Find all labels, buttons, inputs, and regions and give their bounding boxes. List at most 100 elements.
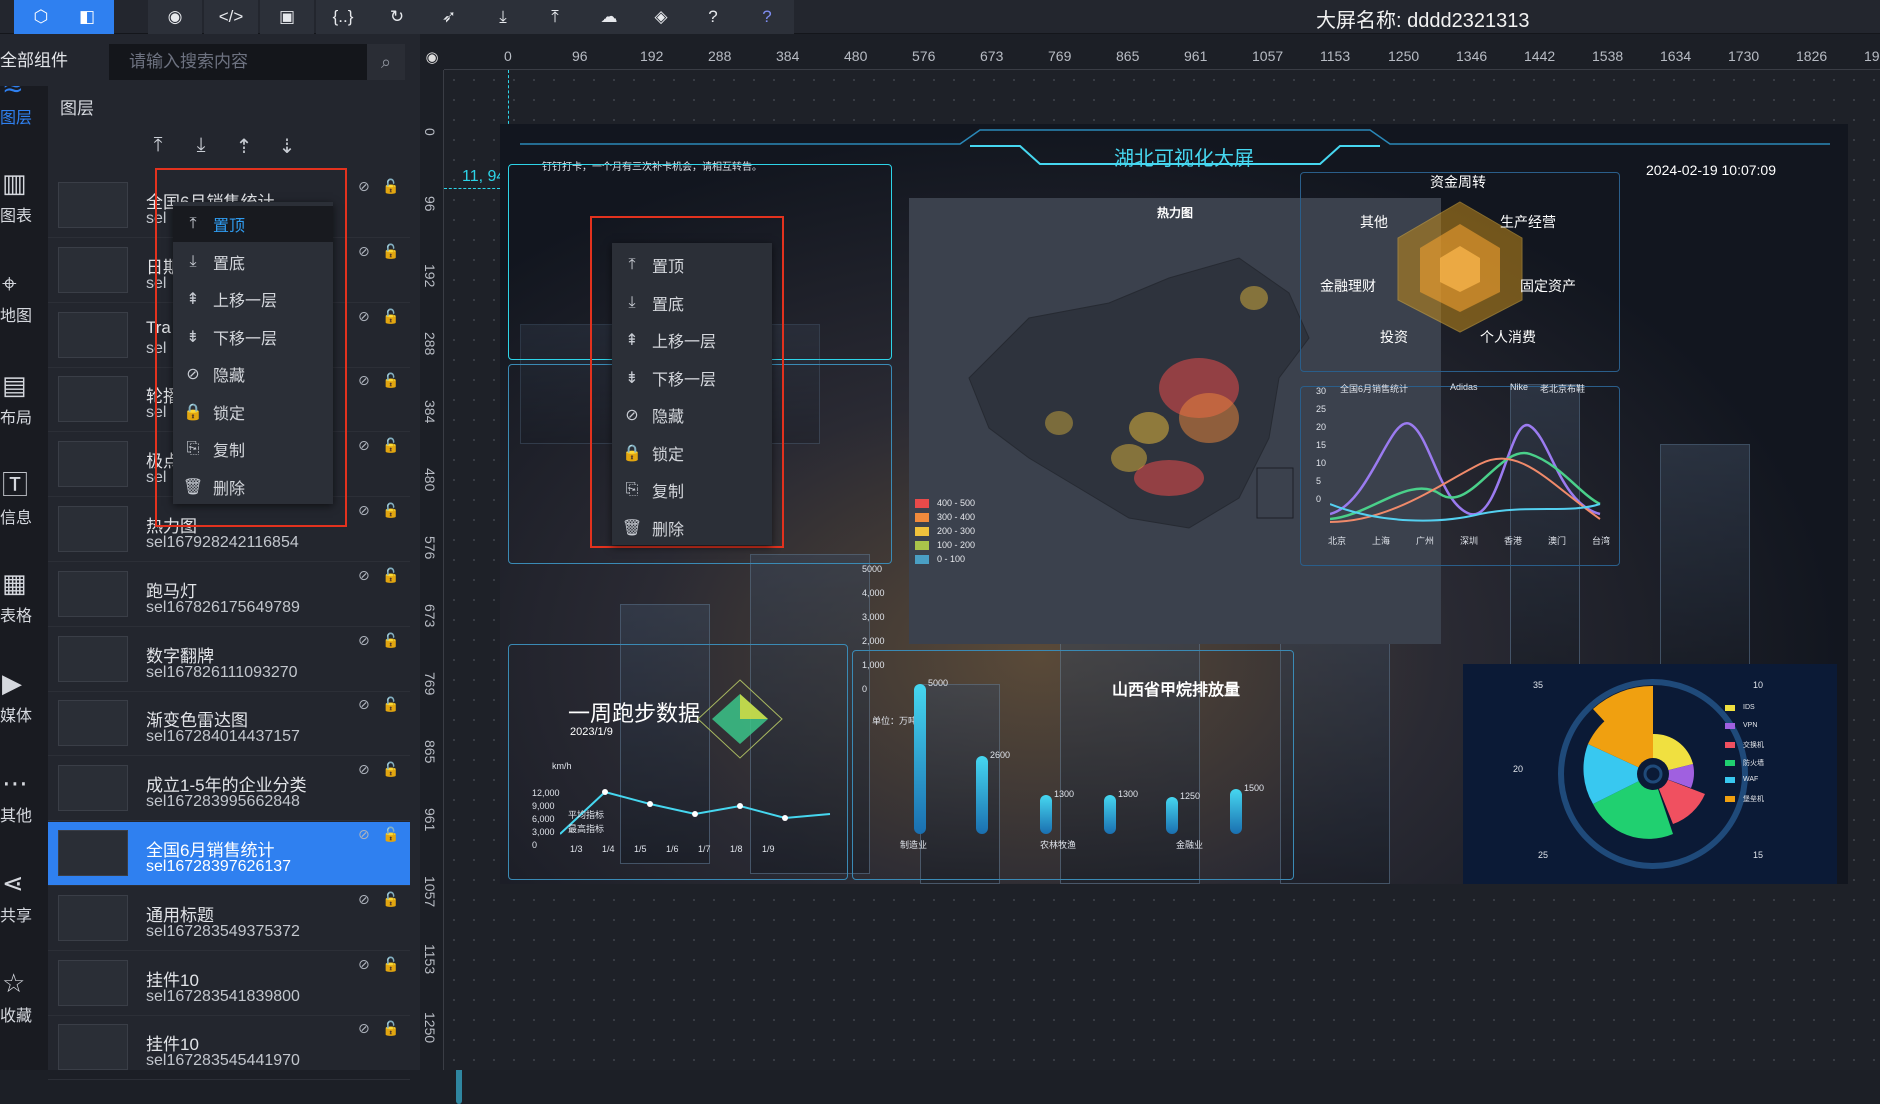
unlock-icon[interactable]: 🔓: [382, 308, 399, 325]
layout-panel-icon[interactable]: ◧: [60, 0, 114, 34]
pie-legend-item[interactable]: IDS: [1725, 704, 1755, 711]
menu-item-move-down[interactable]: ⇟ 下移一层: [612, 360, 772, 396]
hide-icon[interactable]: ⊘: [358, 308, 370, 325]
pie-legend-item[interactable]: WAF: [1725, 776, 1758, 783]
hide-icon[interactable]: ⊘: [358, 502, 370, 519]
bar[interactable]: [1166, 796, 1178, 834]
menu-item-copy[interactable]: ⎘ 复制: [173, 431, 333, 467]
hide-icon[interactable]: ⊘: [358, 826, 370, 843]
hide-icon[interactable]: ⊘: [358, 956, 370, 973]
help-circle-icon[interactable]: ?: [740, 0, 794, 34]
rail-item-video[interactable]: ▶ 媒体: [0, 668, 48, 726]
rose-pie-widget[interactable]: IDS VPN 交换机 防火墙 WAF 堡垒机 35 10 20 25 15: [1463, 664, 1837, 884]
hide-icon[interactable]: ⊘: [358, 891, 370, 908]
hide-icon[interactable]: ⊘: [358, 372, 370, 389]
menu-item-lock[interactable]: 🔒 锁定: [173, 394, 333, 430]
menu-item-pin-bottom[interactable]: ⤓ 置底: [612, 285, 772, 321]
unlock-icon[interactable]: 🔓: [382, 1020, 399, 1037]
layer-row[interactable]: 通用标题 sel167283549375372 ⊘ 🔓: [48, 887, 410, 951]
menu-item-delete[interactable]: 🗑 删除: [173, 469, 333, 505]
rocket-icon[interactable]: ➶: [422, 0, 476, 34]
help-icon[interactable]: ?: [686, 0, 740, 34]
rail-item-share[interactable]: ⋖ 共享: [0, 868, 48, 926]
menu-item-move-up[interactable]: ⇞ 上移一层: [173, 281, 333, 317]
layer-row[interactable]: 渐变色雷达图 sel167284014437157 ⊘ 🔓: [48, 692, 410, 757]
hide-icon[interactable]: ⊘: [358, 696, 370, 713]
bar[interactable]: [1230, 789, 1242, 834]
bar[interactable]: [976, 756, 988, 834]
pie-legend-item[interactable]: 防火墙: [1725, 758, 1764, 768]
layer-row[interactable]: 全国6月销售统计 sel16728397626137 ⊘ 🔓: [48, 822, 410, 886]
unlock-icon[interactable]: 🔓: [382, 437, 399, 454]
hide-icon[interactable]: ⊘: [358, 437, 370, 454]
unlock-icon[interactable]: 🔓: [382, 826, 399, 843]
cube-3d-icon[interactable]: ◈: [634, 0, 688, 34]
heat-legend-item[interactable]: 300 - 400: [915, 512, 975, 522]
rail-item-layout[interactable]: ▤ 布局: [0, 370, 48, 428]
unlock-icon[interactable]: 🔓: [382, 696, 399, 713]
rail-item-bar-chart[interactable]: ▥ 图表: [0, 168, 48, 226]
save-icon[interactable]: ▣: [260, 0, 314, 34]
menu-item-copy[interactable]: ⎘ 复制: [612, 472, 772, 508]
menu-item-move-up[interactable]: ⇞ 上移一层: [612, 322, 772, 358]
menu-item-lock[interactable]: 🔒 锁定: [612, 435, 772, 471]
rail-item-star[interactable]: ☆ 收藏: [0, 968, 48, 1026]
pie-legend-item[interactable]: 堡垒机: [1725, 794, 1764, 804]
menu-item-move-down[interactable]: ⇟ 下移一层: [173, 319, 333, 355]
heat-legend-item[interactable]: 400 - 500: [915, 498, 975, 508]
upload-icon[interactable]: ⤒: [528, 0, 582, 34]
hide-icon[interactable]: ⊘: [358, 1020, 370, 1037]
download-icon[interactable]: ⤓: [476, 0, 530, 34]
all-components-label[interactable]: 全部组件: [0, 46, 68, 71]
bar[interactable]: [1104, 795, 1116, 834]
layer-row[interactable]: 挂件10 sel167283545441970 ⊘ 🔓: [48, 1016, 410, 1081]
move-down-icon[interactable]: ⇣: [272, 134, 302, 162]
send-to-back-icon[interactable]: ⤓: [186, 134, 216, 162]
rail-item-text[interactable]: 🅃 信息: [0, 470, 48, 528]
unlock-icon[interactable]: 🔓: [382, 502, 399, 519]
menu-item-pin-top[interactable]: ⤒ 置顶: [612, 247, 772, 283]
move-up-icon[interactable]: ⇡: [229, 134, 259, 162]
hide-icon[interactable]: ⊘: [358, 178, 370, 195]
pie-legend-item[interactable]: VPN: [1725, 722, 1757, 729]
hide-icon[interactable]: ⊘: [358, 632, 370, 649]
hide-icon[interactable]: ⊘: [358, 567, 370, 584]
layer-row[interactable]: 跑马灯 sel167826175649789 ⊘ 🔓: [48, 563, 410, 627]
menu-item-hide[interactable]: ⊘ 隐藏: [612, 397, 772, 433]
unlock-icon[interactable]: 🔓: [382, 567, 399, 584]
hide-icon[interactable]: ⊘: [358, 761, 370, 778]
refresh-icon[interactable]: ↻: [370, 0, 424, 34]
menu-item-pin-bottom[interactable]: ⤓ 置底: [173, 244, 333, 280]
eye-icon[interactable]: ◉: [420, 44, 444, 70]
menu-item-hide[interactable]: ⊘ 隐藏: [173, 356, 333, 392]
unlock-icon[interactable]: 🔓: [382, 891, 399, 908]
hide-icon[interactable]: ⊘: [358, 243, 370, 260]
heat-legend-item[interactable]: 200 - 300: [915, 526, 975, 536]
search-input[interactable]: [109, 44, 367, 80]
unlock-icon[interactable]: 🔓: [382, 632, 399, 649]
layer-row[interactable]: 挂件10 sel167283541839800 ⊘ 🔓: [48, 952, 410, 1016]
rail-item-table[interactable]: ▦ 表格: [0, 568, 48, 626]
unlock-icon[interactable]: 🔓: [382, 243, 399, 260]
layer-row[interactable]: 数字翻牌 sel167826111093270 ⊘ 🔓: [48, 628, 410, 692]
bring-to-front-icon[interactable]: ⤒: [143, 134, 173, 162]
unlock-icon[interactable]: 🔓: [382, 372, 399, 389]
rail-item-more[interactable]: ⋯ 其他: [0, 768, 48, 826]
menu-item-delete[interactable]: 🗑 删除: [612, 510, 772, 546]
heat-legend-item[interactable]: 100 - 200: [915, 540, 975, 550]
heat-legend-item[interactable]: 0 - 100: [915, 554, 965, 564]
layer-row[interactable]: 成立1-5年的企业分类 sel167283995662848 ⊘ 🔓: [48, 757, 410, 822]
code-icon[interactable]: </>: [204, 0, 258, 34]
unlock-icon[interactable]: 🔓: [382, 761, 399, 778]
pie-legend-item[interactable]: 交换机: [1725, 740, 1764, 750]
cloud-download-icon[interactable]: ☁: [582, 0, 636, 34]
braces-icon[interactable]: {..}: [316, 0, 370, 34]
menu-item-pin-top[interactable]: ⤒ 置顶: [173, 206, 333, 242]
bar[interactable]: [914, 684, 926, 834]
rail-item-map-pin[interactable]: ⌖ 地图: [0, 268, 48, 326]
eye-icon[interactable]: ◉: [148, 0, 202, 34]
bar[interactable]: [1040, 795, 1052, 834]
unlock-icon[interactable]: 🔓: [382, 956, 399, 973]
search-icon[interactable]: ⌕: [367, 44, 405, 80]
unlock-icon[interactable]: 🔓: [382, 178, 399, 195]
